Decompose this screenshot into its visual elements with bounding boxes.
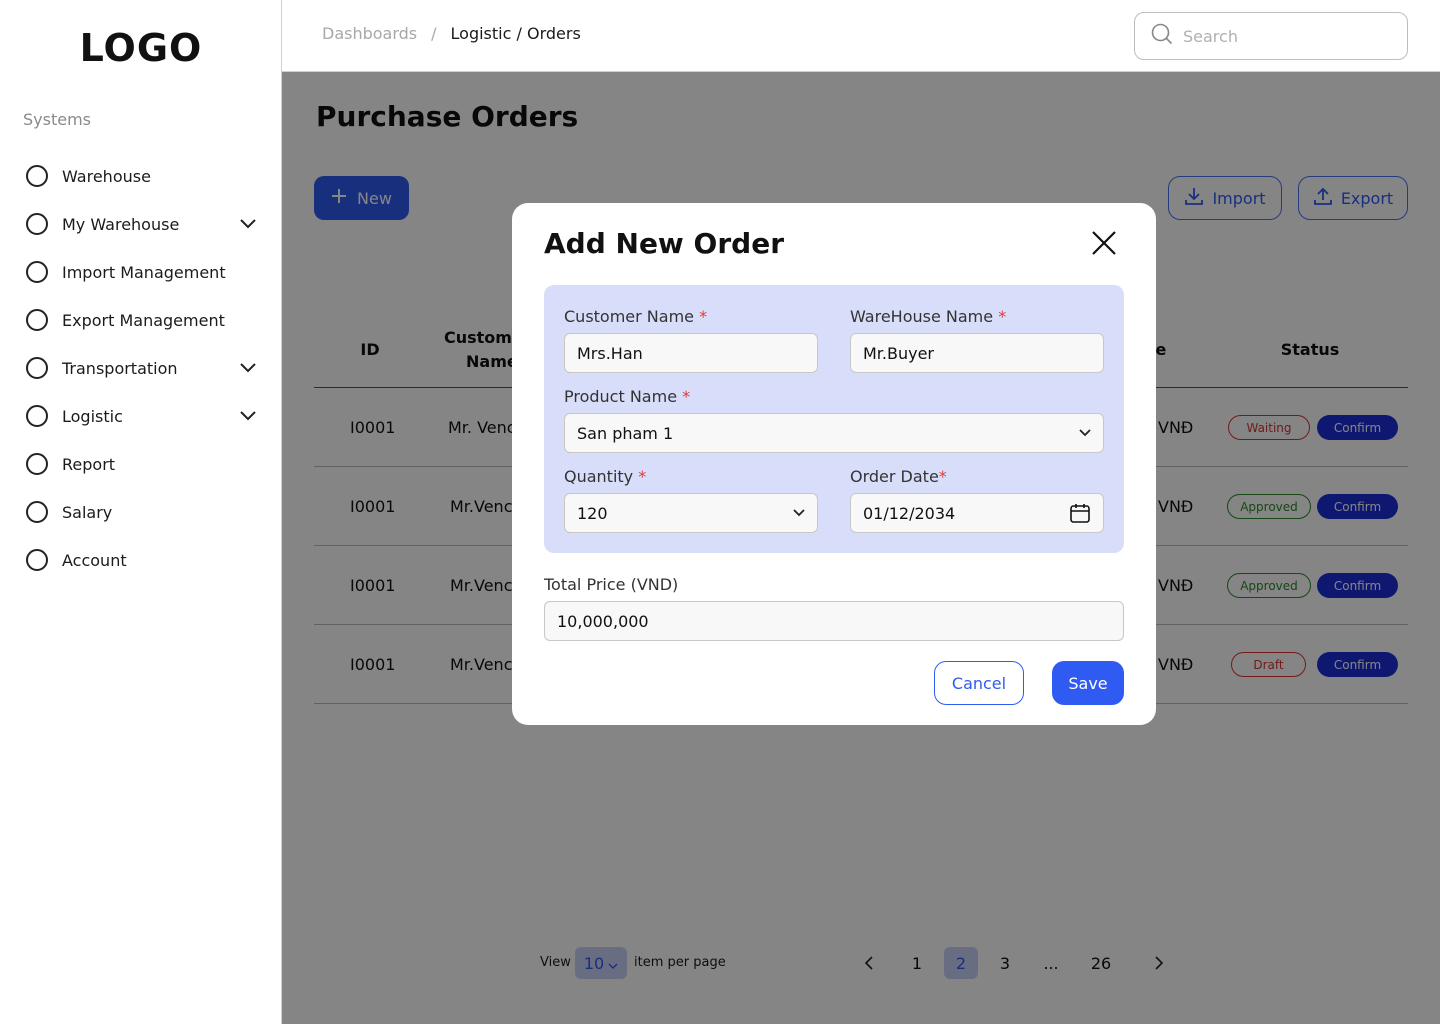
customer-name-field[interactable]: [564, 333, 818, 373]
quantity-label-text: Quantity: [564, 467, 634, 486]
quantity-label: Quantity *: [564, 467, 646, 486]
order-date-field[interactable]: 01/12/2034: [850, 493, 1104, 533]
sidebar-item-salary[interactable]: Salary: [26, 488, 258, 536]
circle-icon: [26, 357, 48, 379]
warehouse-name-label-text: WareHouse Name: [850, 307, 994, 326]
sidebar-item-label: Warehouse: [62, 166, 151, 186]
required-mark: *: [638, 467, 647, 486]
circle-icon: [26, 309, 48, 331]
warehouse-name-input[interactable]: [863, 343, 1091, 363]
sidebar-item-label: My Warehouse: [62, 214, 180, 234]
sidebar: LOGO Systems Warehouse My Warehouse Impo…: [0, 0, 282, 1024]
close-icon[interactable]: [1088, 227, 1120, 259]
search-box[interactable]: [1134, 12, 1408, 60]
sidebar-item-label: Salary: [62, 502, 113, 522]
breadcrumb-current: Logistic / Orders: [450, 24, 581, 43]
chevron-down-icon[interactable]: [238, 358, 258, 378]
sidebar-item-account[interactable]: Account: [26, 536, 258, 584]
chevron-down-icon: [1079, 429, 1091, 437]
sidebar-item-export-management[interactable]: Export Management: [26, 296, 258, 344]
customer-name-input[interactable]: [577, 343, 805, 363]
sidebar-item-my-warehouse[interactable]: My Warehouse: [26, 200, 258, 248]
order-form-panel: Customer Name * WareHouse Name * Product…: [544, 285, 1124, 553]
product-name-select[interactable]: San pham 1: [564, 413, 1104, 453]
sidebar-item-label: Report: [62, 454, 116, 474]
modal-title: Add New Order: [544, 227, 784, 260]
sidebar-item-logistic[interactable]: Logistic: [26, 392, 258, 440]
total-price-input[interactable]: [557, 611, 1111, 631]
sidebar-item-transportation[interactable]: Transportation: [26, 344, 258, 392]
sidebar-item-label: Export Management: [62, 310, 225, 330]
cancel-button[interactable]: Cancel: [934, 661, 1024, 705]
breadcrumb-dashboards[interactable]: Dashboards: [322, 24, 417, 43]
required-mark: *: [682, 387, 691, 406]
sidebar-item-label: Transportation: [62, 358, 178, 378]
save-button[interactable]: Save: [1052, 661, 1124, 705]
circle-icon: [26, 261, 48, 283]
sidebar-item-warehouse[interactable]: Warehouse: [26, 152, 258, 200]
chevron-down-icon[interactable]: [238, 406, 258, 426]
product-name-label-text: Product Name: [564, 387, 678, 406]
total-price-field[interactable]: [544, 601, 1124, 641]
required-mark: *: [699, 307, 708, 326]
warehouse-name-label: WareHouse Name *: [850, 307, 1006, 326]
order-date-label-text: Order Date: [850, 467, 939, 486]
quantity-value: 120: [577, 503, 608, 523]
search-input[interactable]: [1183, 26, 1383, 46]
sidebar-item-report[interactable]: Report: [26, 440, 258, 488]
required-mark: *: [938, 467, 947, 486]
order-date-value: 01/12/2034: [863, 503, 956, 523]
circle-icon: [26, 453, 48, 475]
circle-icon: [26, 501, 48, 523]
breadcrumb: Dashboards / Logistic / Orders: [322, 24, 581, 43]
logo: LOGO: [79, 26, 203, 70]
breadcrumb-separator: /: [431, 24, 437, 43]
sidebar-item-label: Import Management: [62, 262, 226, 282]
customer-name-label: Customer Name *: [564, 307, 707, 326]
product-name-value: San pham 1: [577, 423, 674, 443]
top-bar: Dashboards / Logistic / Orders: [282, 0, 1440, 72]
add-order-modal: Add New Order Customer Name * WareHouse …: [512, 203, 1156, 725]
sidebar-section-label: Systems: [23, 110, 91, 129]
search-icon: [1151, 23, 1173, 49]
sidebar-item-label: Logistic: [62, 406, 123, 426]
circle-icon: [26, 549, 48, 571]
total-price-label: Total Price (VND): [544, 575, 679, 594]
quantity-select[interactable]: 120: [564, 493, 818, 533]
sidebar-nav: Warehouse My Warehouse Import Management…: [26, 152, 258, 584]
chevron-down-icon[interactable]: [238, 214, 258, 234]
circle-icon: [26, 165, 48, 187]
product-name-label: Product Name *: [564, 387, 690, 406]
chevron-down-icon: [793, 509, 805, 517]
calendar-icon[interactable]: [1069, 502, 1091, 524]
circle-icon: [26, 213, 48, 235]
warehouse-name-field[interactable]: [850, 333, 1104, 373]
sidebar-item-label: Account: [62, 550, 127, 570]
sidebar-item-import-management[interactable]: Import Management: [26, 248, 258, 296]
customer-name-label-text: Customer Name: [564, 307, 695, 326]
order-date-label: Order Date*: [850, 467, 947, 486]
required-mark: *: [998, 307, 1007, 326]
circle-icon: [26, 405, 48, 427]
